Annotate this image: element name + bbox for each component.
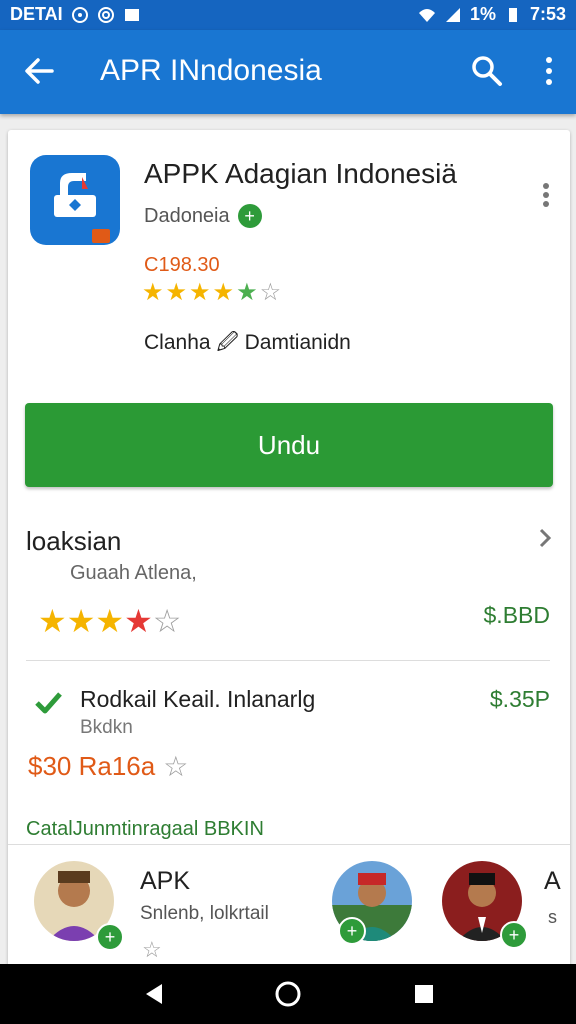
more-vert-icon[interactable] xyxy=(542,182,550,208)
star-outline-icon: ☆ xyxy=(163,751,189,782)
item-rating: $30 Ra16a ☆ xyxy=(28,750,188,783)
star-icon: ★ xyxy=(165,279,188,306)
back-arrow-icon[interactable] xyxy=(22,54,56,88)
item-price: $.35P xyxy=(489,686,550,712)
star-icon: ★ xyxy=(212,279,235,306)
star-icon: ★ xyxy=(66,603,96,639)
star-icon: ★ xyxy=(142,279,164,306)
status-bar: DETAI 1% 7:53 xyxy=(0,0,576,30)
notification-icon xyxy=(124,8,139,21)
wifi-icon xyxy=(418,8,435,22)
star-icon: ★ xyxy=(189,279,211,306)
settings-icon xyxy=(97,6,114,23)
signal-icon xyxy=(445,7,460,22)
more-vert-icon[interactable] xyxy=(542,54,556,88)
item-subtitle: Bkdkn xyxy=(80,717,133,738)
list-item-subtitle: s xyxy=(548,907,557,927)
nav-recents-icon[interactable] xyxy=(410,980,438,1008)
star-outline-icon: ☆ xyxy=(142,937,162,962)
section-title[interactable]: loaksian xyxy=(26,526,121,557)
app-logo-icon xyxy=(54,173,110,243)
app-icon[interactable] xyxy=(30,155,120,245)
verified-icon: + xyxy=(338,917,366,945)
battery-icon xyxy=(508,7,517,22)
app-price: C198.30 xyxy=(144,254,220,276)
list-item-title[interactable]: A xyxy=(544,867,561,896)
carrier-label: DETAI xyxy=(10,4,63,24)
nav-back-icon[interactable] xyxy=(140,980,168,1008)
nav-home-icon[interactable] xyxy=(274,980,302,1008)
star-outline-icon: ☆ xyxy=(259,279,282,306)
star-icon: ★ xyxy=(124,603,153,639)
star-outline-icon: ☆ xyxy=(152,603,182,639)
battery-label: 1% xyxy=(469,4,496,24)
star-icon: ★ xyxy=(38,603,67,639)
item-title[interactable]: Rodkail Keail. Inlanarlg xyxy=(80,686,315,713)
system-nav-bar xyxy=(0,964,576,1024)
install-button[interactable]: Undu xyxy=(25,403,553,487)
app-rating: ★ ★ ★ ★ ★ ☆ xyxy=(142,278,281,307)
bottom-list: + APK Snlenb, lolkrtail ☆ + + A s xyxy=(8,844,570,970)
section-subtitle: Guaah Atlena, xyxy=(70,562,197,584)
section-price: $.BBD xyxy=(483,602,550,628)
search-icon[interactable] xyxy=(470,54,504,88)
time-label: 7:53 xyxy=(529,4,566,24)
chevron-right-icon[interactable] xyxy=(538,528,552,548)
section-title[interactable]: CatalJunmtinragaal BBKIN xyxy=(26,818,264,841)
sync-icon xyxy=(71,6,88,23)
star-icon: ★ xyxy=(95,603,125,639)
app-bar: APR INndonesia xyxy=(0,30,576,114)
developer-name: Dadonеiа xyxy=(144,204,230,227)
item-rating-text: $30 Ra16a xyxy=(28,751,156,781)
star-half-icon: ★ xyxy=(236,279,258,306)
app-description: Clanha 🖉 Damtianidn xyxy=(144,331,351,354)
verified-icon: + xyxy=(237,204,262,228)
app-detail-card: APPK Adagian Indonesiä Dadonеiа + C198.3… xyxy=(8,130,570,970)
verified-icon: + xyxy=(500,921,528,949)
list-item-subtitle: Snlenb, lolkrtail xyxy=(140,903,269,924)
section-rating: ★ ★ ★ ★ ☆ xyxy=(38,602,181,640)
check-icon xyxy=(35,692,62,714)
developer-row[interactable]: Dadonеiа + xyxy=(144,204,262,228)
list-item-title[interactable]: APK xyxy=(140,867,190,896)
divider xyxy=(26,660,550,661)
page-title: APR INndonesia xyxy=(100,54,322,87)
verified-icon: + xyxy=(96,923,124,951)
app-title: APPK Adagian Indonesiä xyxy=(144,158,457,189)
